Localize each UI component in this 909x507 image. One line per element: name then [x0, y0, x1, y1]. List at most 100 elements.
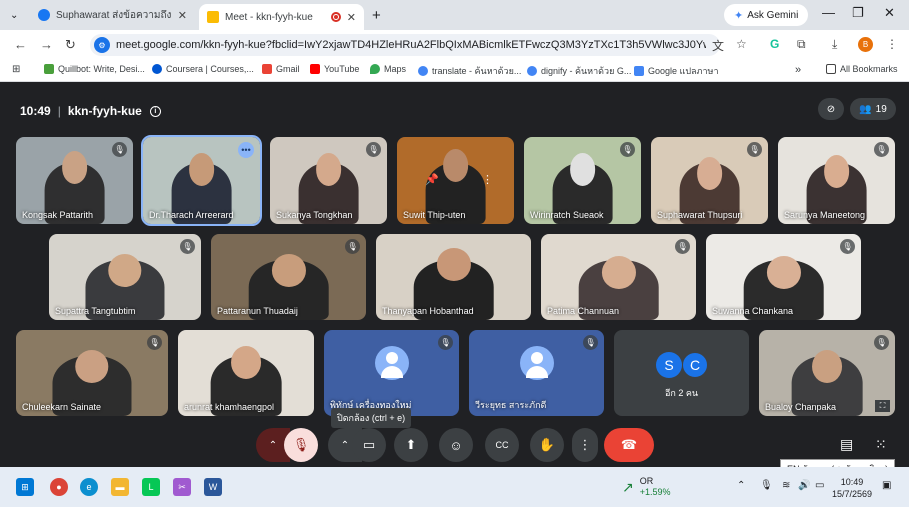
leave-call-button[interactable]: ☎	[604, 428, 654, 462]
people-count-button[interactable]: 👥 19	[850, 98, 896, 120]
bookmark-dignify-search[interactable]: dignify - ค้นหาด้วย G...	[527, 64, 631, 78]
participant-tile[interactable]: 🎙 พิทักษ์ เครื่องทองใหม่	[324, 330, 459, 416]
bookmark-youtube[interactable]: YouTube	[310, 64, 359, 74]
folder-icon	[826, 64, 836, 74]
system-clock[interactable]: 10:49 15/7/2569	[832, 476, 872, 500]
restore-icon[interactable]: ❐	[852, 5, 864, 21]
raise-hand-button[interactable]: ✋	[530, 428, 564, 462]
avatar-icon	[519, 345, 554, 380]
more-options-icon[interactable]: •••	[238, 142, 254, 158]
profile-avatar[interactable]: B	[858, 37, 873, 52]
participant-tile[interactable]: arunrat khamhaengpol	[178, 330, 314, 416]
tab-facebook[interactable]: Suphawarat ส่งข้อความถึง ปรับปรุ ✕	[30, 4, 195, 26]
forward-icon[interactable]: →	[40, 37, 53, 52]
translate-icon	[634, 66, 644, 76]
wifi-icon[interactable]: ≋	[782, 480, 790, 491]
more-options-icon[interactable]: ⋮	[482, 173, 493, 186]
chat-icon[interactable]: ▤	[840, 436, 853, 453]
google-icon	[527, 66, 537, 76]
google-icon	[418, 66, 428, 76]
chevron-right-icon[interactable]: »	[795, 64, 801, 76]
microphone-icon[interactable]: 🎙	[760, 480, 773, 491]
participant-tile[interactable]: 🎙 Suphawarat Thupsuri	[651, 137, 768, 224]
windows-start-icon[interactable]: ⊞	[16, 478, 34, 496]
volume-icon[interactable]: 🔊	[798, 480, 810, 491]
close-window-icon[interactable]: ✕	[884, 5, 895, 21]
participant-tile[interactable]: 🎙 Sarunya Maneetong	[778, 137, 895, 224]
others-tile[interactable]: S C อีก 2 คน	[614, 330, 749, 416]
reload-icon[interactable]: ↻	[65, 37, 76, 53]
battery-icon[interactable]: ▭	[815, 480, 824, 491]
minimize-icon[interactable]: —	[822, 5, 835, 20]
line-icon[interactable]: L	[142, 478, 160, 496]
mic-toggle-button[interactable]: 🎙	[284, 428, 318, 462]
bookmark-quillbot[interactable]: Quillbot: Write, Desi...	[44, 64, 145, 74]
participant-tile[interactable]: 🎙 Suwanna Chankana	[706, 234, 861, 320]
bookmark-star-icon[interactable]: ☆	[736, 37, 747, 51]
more-options-button[interactable]: ⋮	[572, 428, 598, 462]
bookmarks-bar: ⊞ Quillbot: Write, Desi... Coursera | Co…	[0, 60, 909, 82]
grammarly-icon[interactable]: G	[770, 37, 779, 51]
translate-icon[interactable]: 文	[712, 37, 724, 54]
bookmark-coursera[interactable]: Coursera | Courses,...	[152, 64, 254, 74]
camera-off-indicator[interactable]: ⊘	[818, 98, 844, 120]
browser-tab-strip: ⌄ Suphawarat ส่งข้อความถึง ปรับปรุ ✕ Mee…	[0, 0, 909, 30]
site-info-icon[interactable]: ⚙	[94, 37, 110, 53]
tab-search-button[interactable]: ⌄	[10, 4, 18, 26]
snipping-tool-icon[interactable]: ✂	[173, 478, 191, 496]
new-tab-button[interactable]: +	[372, 4, 381, 26]
participant-tile[interactable]: 🎙 Wirinratch Sueaok	[524, 137, 641, 224]
apps-grid-icon[interactable]: ⊞	[12, 64, 20, 75]
participant-tile[interactable]: 🎙 Chuleekarn Sainate	[16, 330, 168, 416]
participant-tile[interactable]: 📌 ⋮ Suwit Thip-uten	[397, 137, 514, 224]
mic-muted-icon: 🎙	[345, 239, 360, 254]
camera-toggle-button[interactable]: ▭	[352, 428, 386, 462]
bookmark-google-translate[interactable]: Google แปลภาษา	[634, 64, 719, 78]
participant-name: Thanyapan Hobanthad	[382, 306, 474, 316]
pin-icon[interactable]: 📌	[425, 173, 439, 186]
stock-widget[interactable]: ↗ OR +1.59%	[622, 476, 671, 498]
ask-gemini-button[interactable]: ✦ Ask Gemini	[724, 4, 809, 26]
chevron-up-icon[interactable]: ⌃	[737, 480, 745, 491]
participant-tile[interactable]: Thanyapan Hobanthad	[376, 234, 531, 320]
word-icon[interactable]: W	[204, 478, 222, 496]
captions-button[interactable]: CC	[485, 428, 519, 462]
participant-tile[interactable]: ••• Dr.Tharach Arreerard	[141, 135, 262, 226]
emoji-reaction-button[interactable]: ☺	[439, 428, 473, 462]
tab-meet[interactable]: Meet - kkn-fyyh-kue ✕	[199, 4, 364, 30]
menu-icon[interactable]: ⋮	[886, 37, 898, 51]
notification-icon[interactable]: ▣	[882, 480, 891, 491]
activities-icon[interactable]: ⁙	[875, 436, 887, 453]
participant-tile[interactable]: 🎙 วีระยุทธ สาระภักดี	[469, 330, 604, 416]
participant-tile[interactable]: 🎙 Patima Channuan	[541, 234, 696, 320]
others-label: อีก 2 คน	[664, 388, 699, 398]
bookmark-translate-search[interactable]: translate - ค้นหาด้วย...	[418, 64, 521, 78]
participant-tile[interactable]: 🎙 Sukanya Tongkhan	[270, 137, 387, 224]
close-icon[interactable]: ✕	[347, 11, 356, 24]
captions-icon: CC	[495, 440, 509, 450]
no-camera-icon: ⊘	[826, 103, 836, 115]
extensions-icon[interactable]: ⧉	[797, 37, 806, 52]
back-icon[interactable]: ←	[14, 37, 27, 52]
address-bar-row: ← → ↻ ⚙ meet.google.com/kkn-fyyh-kue?fbc…	[0, 30, 909, 60]
stock-text: OR +1.59%	[640, 476, 671, 498]
present-screen-button[interactable]: ⬆	[394, 428, 428, 462]
participant-tile[interactable]: 🎙 Kongsak Pattarith	[16, 137, 133, 224]
fullscreen-icon[interactable]: ⛶	[875, 400, 890, 412]
file-explorer-icon[interactable]: ▬	[111, 478, 129, 496]
edge-icon[interactable]: e	[80, 478, 98, 496]
bookmark-gmail[interactable]: Gmail	[262, 64, 300, 74]
participant-tile[interactable]: 🎙 Pattaranun Thuadaij	[211, 234, 366, 320]
address-bar[interactable]: ⚙ meet.google.com/kkn-fyyh-kue?fbclid=Iw…	[90, 34, 720, 56]
participant-tile[interactable]: 🎙 ⛶ Bualoy Chanpaka	[759, 330, 895, 416]
download-icon[interactable]: ⤓	[832, 37, 837, 52]
info-icon[interactable]: i	[149, 105, 161, 117]
participant-name: arunrat khamhaengpol	[184, 402, 275, 412]
participant-tile[interactable]: 🎙 Supattra Tangtubtim	[49, 234, 201, 320]
close-icon[interactable]: ✕	[178, 9, 187, 22]
all-bookmarks[interactable]: All Bookmarks	[826, 64, 898, 74]
meeting-time: 10:49	[20, 104, 51, 118]
bookmark-maps[interactable]: Maps	[370, 64, 406, 74]
people-icon: 👥	[859, 103, 872, 115]
chrome-icon[interactable]: ●	[50, 478, 68, 496]
